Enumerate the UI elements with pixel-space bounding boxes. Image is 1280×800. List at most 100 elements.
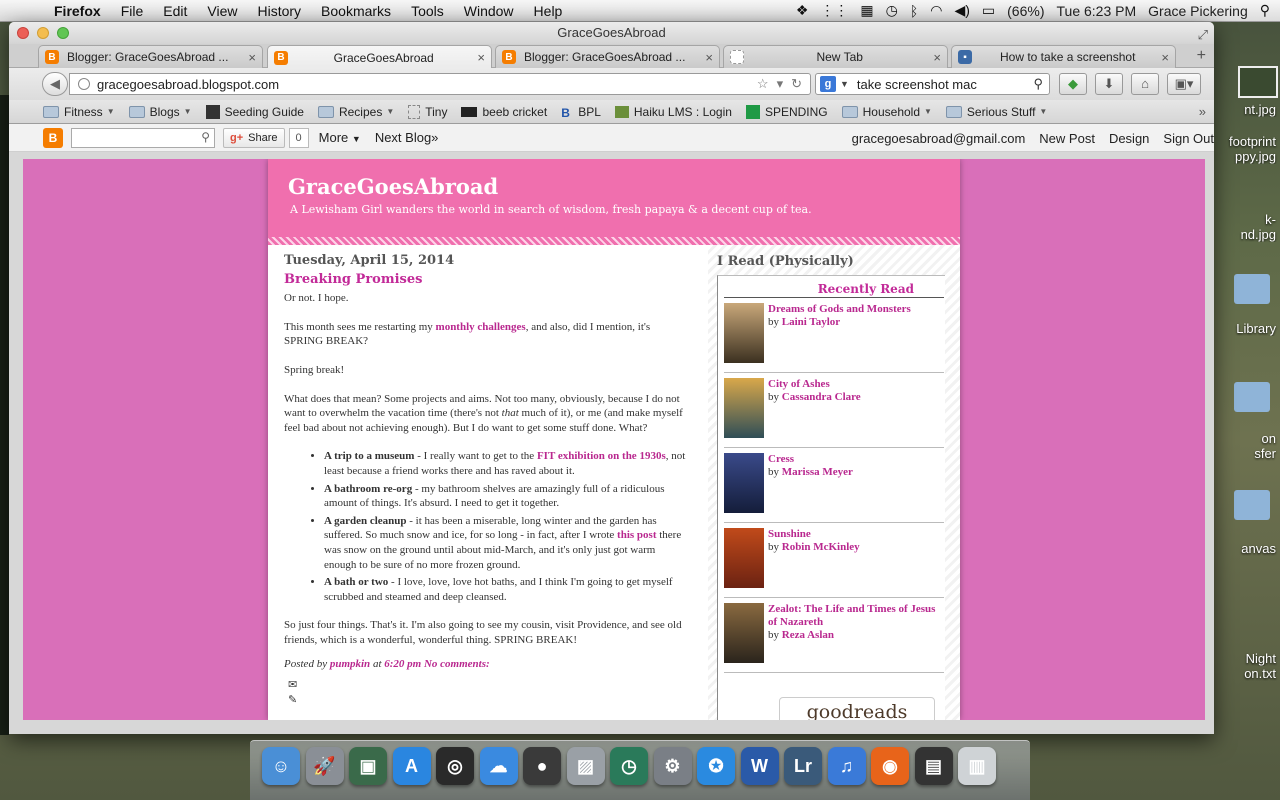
bookmark-bpl[interactable]: B BPL [561, 105, 601, 120]
close-tab-icon[interactable]: × [1161, 50, 1169, 65]
keyboard-icon[interactable]: ▦ [860, 2, 873, 19]
post-title[interactable]: Breaking Promises [284, 272, 688, 288]
home-icon[interactable]: ⌂ [1131, 73, 1159, 95]
wifi-icon[interactable]: ◠ [930, 2, 942, 19]
book-title-link[interactable]: Dreams of Gods and Monsters [768, 303, 911, 316]
chevron-right-icon[interactable]: » [1199, 104, 1206, 119]
firefox-icon[interactable]: ◉ [871, 747, 909, 785]
dashboard-icon[interactable]: ◎ [436, 747, 474, 785]
desktop-item-label[interactable]: on [1214, 431, 1280, 446]
bookmark-folder-household[interactable]: Household ▼ [841, 105, 932, 119]
tab-blogger-2[interactable]: B Blogger: GraceGoesAbroad ... × [495, 45, 720, 68]
system-preferences-icon[interactable]: ⚙ [653, 747, 692, 785]
desktop-item-label[interactable]: nd.jpg [1214, 227, 1280, 242]
book-cover-image[interactable] [724, 453, 764, 513]
volume-icon[interactable]: ◀) [954, 2, 969, 19]
lightroom-icon[interactable]: Lr [784, 747, 822, 785]
close-tab-icon[interactable]: × [477, 50, 485, 65]
app-store-icon[interactable]: A [392, 747, 431, 785]
desktop-item-label[interactable]: anvas [1214, 541, 1280, 556]
close-tab-icon[interactable]: × [248, 50, 256, 65]
email-post-icon[interactable]: ✉ [288, 678, 688, 693]
menu-bookmarks[interactable]: Bookmarks [311, 0, 401, 22]
book-author-link[interactable]: Reza Aslan [782, 629, 834, 641]
desktop-item-label[interactable]: nt.jpg [1214, 102, 1280, 117]
trash-icon[interactable]: ▥ [958, 747, 996, 785]
menu-help[interactable]: Help [524, 0, 573, 22]
dropbox-icon[interactable]: ❖ [796, 2, 809, 19]
bookmark-folder-serious-stuff[interactable]: Serious Stuff ▼ [945, 105, 1047, 119]
addon-icon[interactable]: ◆ [1059, 73, 1087, 95]
book-cover-image[interactable] [724, 603, 764, 663]
folder-icon[interactable] [1234, 274, 1270, 304]
menu-edit[interactable]: Edit [153, 0, 197, 22]
bookmark-spending[interactable]: SPENDING [745, 104, 828, 119]
book-cover-image[interactable] [724, 528, 764, 588]
book-author-link[interactable]: Laini Taylor [782, 316, 840, 328]
itunes-icon[interactable]: ♫ [827, 747, 866, 785]
this-post-link[interactable]: this post [617, 529, 656, 541]
desktop-item-label[interactable]: on.txt [1214, 666, 1280, 681]
bluetooth-icon[interactable]: ᛒ [910, 3, 918, 19]
battery-icon[interactable]: ▭ [982, 2, 995, 19]
folder-icon[interactable] [1234, 490, 1270, 520]
url-text[interactable]: gracegoesabroad.blogspot.com [97, 77, 757, 92]
book-cover-image[interactable] [724, 303, 764, 363]
search-query[interactable]: take screenshot mac [857, 77, 1034, 92]
next-blog-link[interactable]: Next Blog» [375, 130, 439, 145]
gplus-share-button[interactable]: g+ Share [223, 127, 285, 148]
time-machine-status-icon[interactable]: ◷ [886, 2, 898, 19]
menu-window[interactable]: Window [454, 0, 524, 22]
google-icon[interactable]: g [820, 76, 836, 92]
book-cover-image[interactable] [724, 378, 764, 438]
search-icon[interactable]: ⚲ [1033, 76, 1043, 92]
preview-icon[interactable]: ▨ [566, 747, 605, 785]
bookmark-haiku-lms[interactable]: Haiku LMS : Login [614, 105, 732, 119]
close-window-button[interactable] [17, 27, 29, 39]
finder-icon[interactable]: ☺ [262, 747, 300, 785]
address-bar[interactable]: gracegoesabroad.blogspot.com ☆ ▾ ↻ [69, 73, 811, 95]
bookmark-tiny[interactable]: Tiny [408, 104, 447, 119]
post-author-link[interactable]: pumpkin [330, 658, 370, 670]
search-bar[interactable]: g ▼ take screenshot mac ⚲ [815, 73, 1050, 95]
clock[interactable]: Tue 6:23 PM [1057, 3, 1137, 19]
sign-out-link[interactable]: Sign Out [1163, 131, 1214, 146]
book-author-link[interactable]: Robin McKinley [782, 541, 860, 553]
bookmark-star-icon[interactable]: ☆ [757, 76, 769, 92]
folder-icon[interactable] [1234, 382, 1270, 412]
search-icon[interactable]: ⚲ [201, 130, 210, 144]
menu-app-name[interactable]: Firefox [44, 0, 111, 22]
desktop-item-label[interactable]: Library [1214, 321, 1280, 336]
edit-post-icon[interactable]: ✎ [288, 693, 688, 708]
new-tab-icon[interactable]: + [1197, 47, 1206, 65]
tab-blogger-1[interactable]: B Blogger: GraceGoesAbroad ... × [38, 45, 263, 68]
desktop-item-label[interactable]: ppy.jpg [1214, 149, 1280, 164]
engine-dropdown-icon[interactable]: ▼ [840, 79, 849, 89]
design-link[interactable]: Design [1109, 131, 1149, 146]
close-tab-icon[interactable]: × [933, 50, 941, 65]
tab-gracegoesabroad[interactable]: B GraceGoesAbroad × [267, 45, 492, 69]
monthly-challenges-link[interactable]: monthly challenges [436, 321, 526, 333]
spotlight-icon[interactable]: ⚲ [1260, 2, 1270, 19]
book-title-link[interactable]: Zealot: The Life and Times of Jesus of N… [768, 603, 944, 629]
menu-tools[interactable]: Tools [401, 0, 454, 22]
goodreads-logo[interactable]: goodreads [779, 697, 935, 720]
iphoto-icon[interactable]: ▣ [349, 747, 387, 785]
book-author-link[interactable]: Marissa Meyer [782, 466, 853, 478]
bookmark-folder-blogs[interactable]: Blogs ▼ [128, 105, 192, 119]
launchpad-icon[interactable]: 🚀 [305, 747, 344, 785]
reload-icon[interactable]: ↻ [791, 76, 802, 92]
image-thumbnail-icon[interactable] [1238, 66, 1278, 98]
blog-title[interactable]: GraceGoesAbroad [288, 174, 498, 199]
dropdown-arrow-icon[interactable]: ▾ [777, 76, 784, 92]
blog-search-input[interactable]: ⚲ [71, 127, 215, 148]
downloads-icon[interactable]: ⬇ [1095, 73, 1123, 95]
safari-icon[interactable]: ✪ [697, 747, 735, 785]
menu-history[interactable]: History [247, 0, 311, 22]
bookmarks-menu-icon[interactable]: ▣▾ [1167, 73, 1201, 95]
fullscreen-icon[interactable]: ⤢ [1198, 24, 1208, 46]
fit-exhibition-link[interactable]: FIT exhibition on the 1930s [537, 450, 666, 462]
printer-icon[interactable]: ▤ [914, 747, 953, 785]
minimize-window-button[interactable] [37, 27, 49, 39]
new-post-link[interactable]: New Post [1039, 131, 1095, 146]
